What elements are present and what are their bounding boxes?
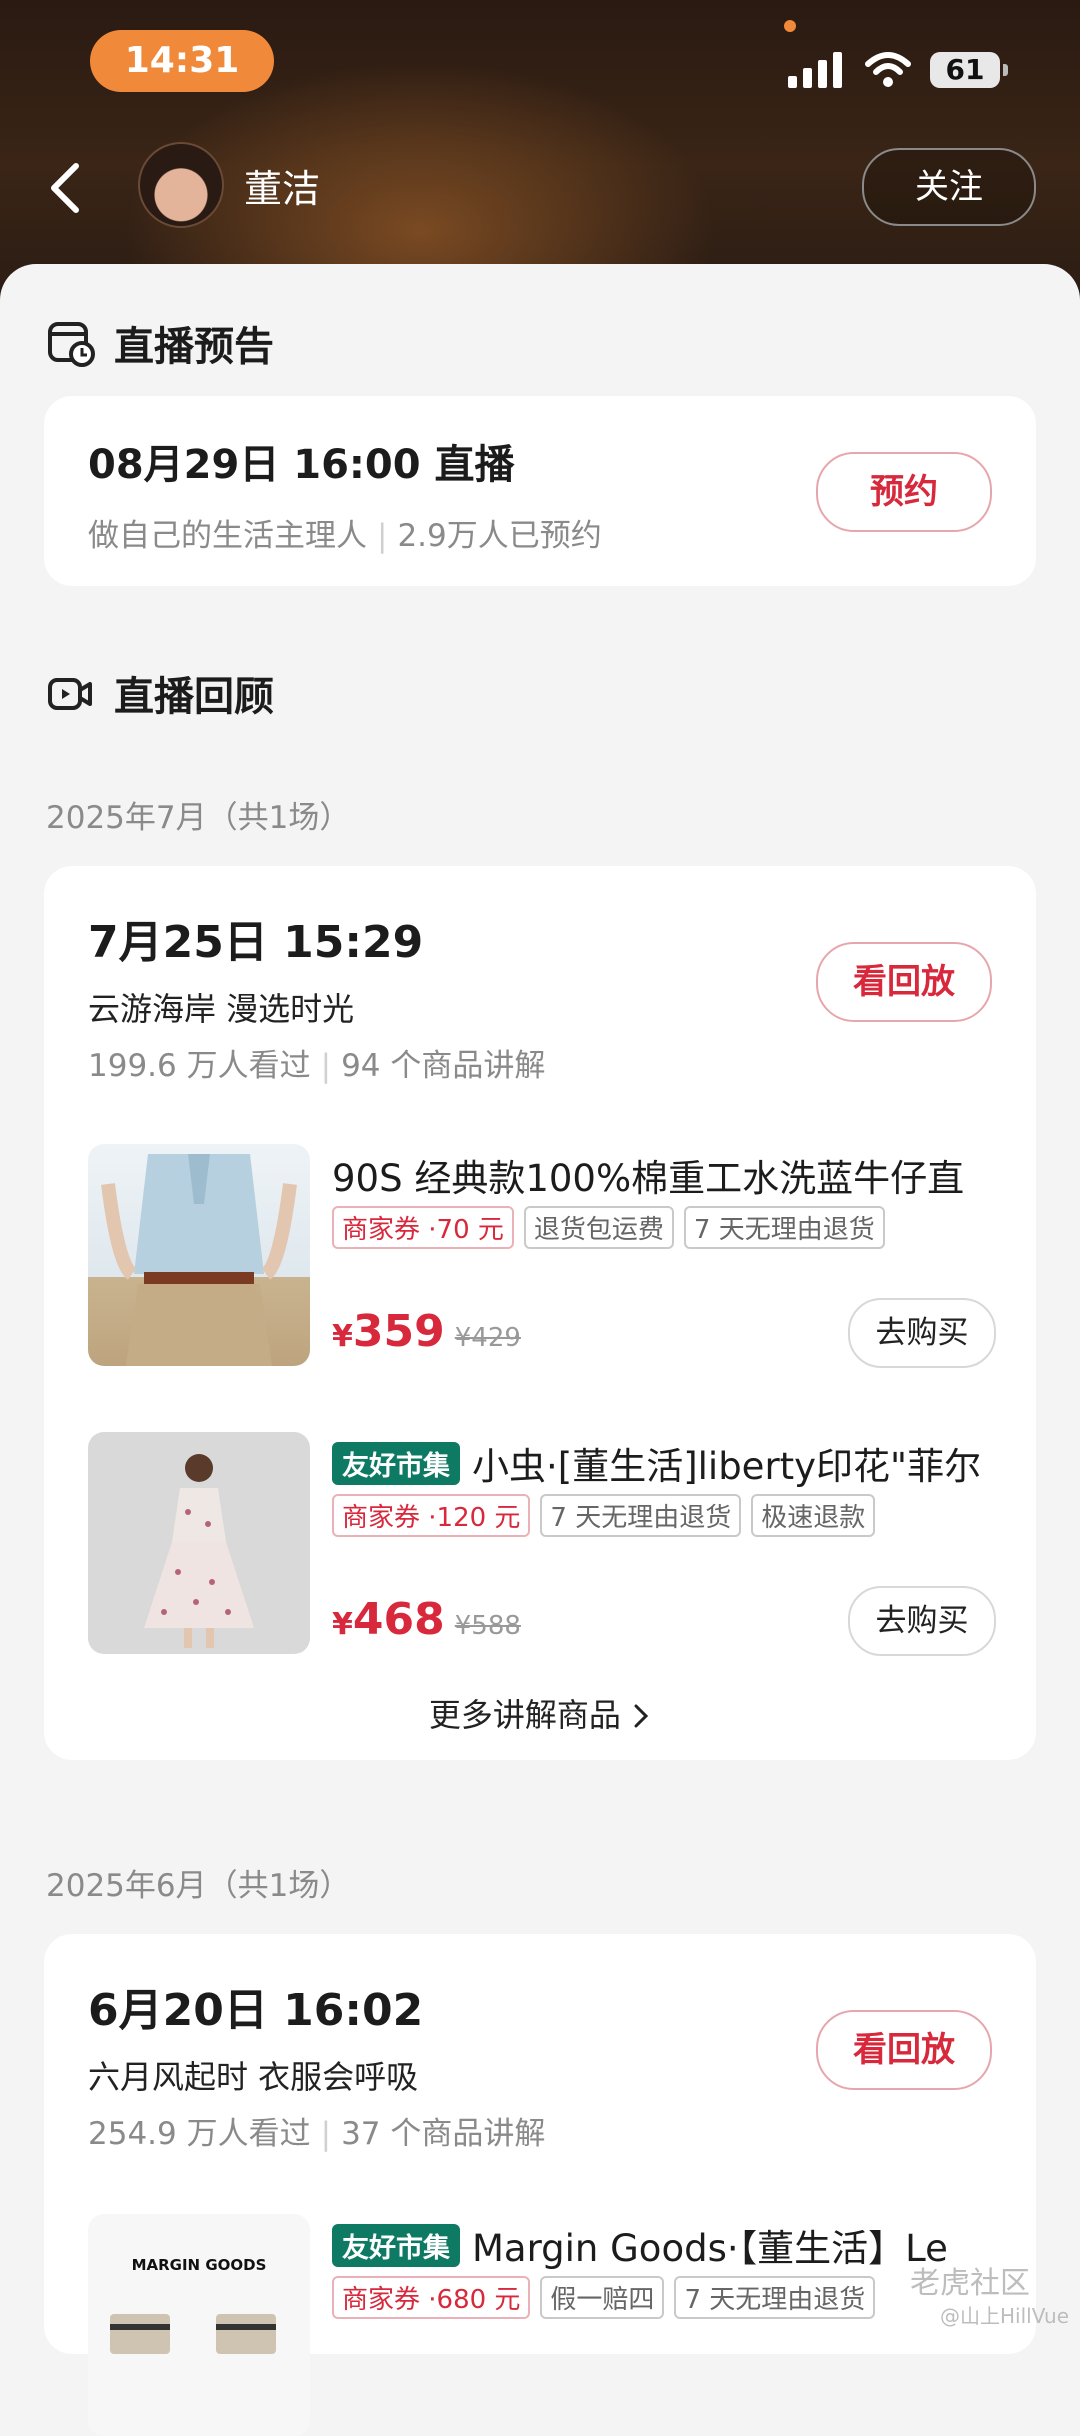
replay-card[interactable]: 6月20日 16:02 六月风起时 衣服会呼吸 254.9 万人看过 | 37 个商… — [44, 1934, 1036, 2436]
wifi-icon — [865, 52, 911, 87]
replay-stats: 199.6 万人看过 | 94 个商品讲解 — [88, 1048, 546, 1084]
viewer-count: 254.9 万人看过 — [88, 2116, 311, 2152]
username[interactable]: 董洁 — [244, 158, 320, 213]
live-preview-section-title: 直播预告 — [46, 314, 274, 372]
product-tags: 商家券 ·70 元 退货包运费 7 天无理由退货 — [332, 1206, 885, 1249]
product-image[interactable]: MARGIN GOODS — [88, 2214, 310, 2436]
preview-datetime: 08月29日 16:00 直播 — [88, 442, 515, 488]
status-time: 14:31 — [90, 30, 274, 92]
watch-replay-button[interactable]: 看回放 — [816, 942, 992, 1022]
original-price: ¥429 — [454, 1323, 521, 1353]
product-title: Margin Goods·【董生活】Le — [472, 2227, 948, 2270]
product-image[interactable] — [88, 1432, 310, 1654]
current-price: 468 — [352, 1594, 445, 1645]
reserve-button[interactable]: 预约 — [816, 452, 992, 532]
month-header: 2025年7月（共1场） — [46, 800, 351, 836]
replay-stats: 254.9 万人看过 | 37 个商品讲解 — [88, 2116, 546, 2152]
more-products-link[interactable]: 更多讲解商品 — [44, 1690, 1036, 1736]
live-replay-section-title: 直播回顾 — [46, 664, 274, 722]
service-tag: 7 天无理由退货 — [540, 1494, 742, 1537]
recording-indicator — [784, 20, 796, 32]
original-price: ¥588 — [454, 1611, 521, 1641]
service-tag: 极速退款 — [751, 1494, 876, 1537]
currency-symbol: ¥ — [332, 1607, 353, 1642]
service-tag: 7 天无理由退货 — [683, 1206, 885, 1249]
more-products-label: 更多讲解商品 — [428, 1696, 621, 1734]
service-tag: 假一赔四 — [540, 2276, 665, 2319]
product-price: ¥359 ¥429 — [332, 1306, 521, 1357]
month-header: 2025年6月（共1场） — [46, 1868, 351, 1904]
section-title-text: 直播预告 — [114, 324, 274, 370]
product-price: ¥468 ¥588 — [332, 1594, 521, 1645]
section-title-text: 直播回顾 — [114, 674, 274, 720]
replay-card[interactable]: 7月25日 15:29 云游海岸 漫选时光 199.6 万人看过 | 94 个商品讲… — [44, 866, 1036, 1760]
coupon-tag: 商家券 ·120 元 — [332, 1494, 531, 1537]
product-title: 小虫·[董生活]liberty印花"菲尔 — [472, 1445, 982, 1488]
replay-title: 云游海岸 漫选时光 — [88, 990, 355, 1028]
product-image[interactable] — [88, 1144, 310, 1366]
friendly-market-badge: 友好市集 — [332, 1442, 460, 1485]
live-preview-card[interactable]: 08月29日 16:00 直播 做自己的生活主理人 | 2.9万人已预约 预约 — [44, 396, 1036, 586]
preview-slogan: 做自己的生活主理人 — [88, 518, 367, 554]
product-tags: 商家券 ·120 元 7 天无理由退货 极速退款 — [332, 1494, 876, 1537]
friendly-market-badge: 友好市集 — [332, 2224, 460, 2267]
coupon-tag: 商家券 ·70 元 — [332, 1206, 514, 1249]
product-name[interactable]: 友好市集 小虫·[董生活]liberty印花"菲尔 — [332, 1436, 1022, 1490]
product-tags: 商家券 ·680 元 假一赔四 7 天无理由退货 — [332, 2276, 876, 2319]
watermark-handle: @山上HillVue — [940, 2304, 1070, 2328]
calendar-clock-icon — [48, 322, 95, 367]
service-tag: 退货包运费 — [523, 1206, 674, 1249]
floral-dress-illustration — [144, 1454, 254, 1648]
current-price: 359 — [352, 1306, 445, 1357]
replay-date: 7月25日 15:29 — [88, 917, 424, 968]
replay-date: 6月20日 16:02 — [88, 1985, 424, 2036]
follow-button[interactable]: 关注 — [862, 148, 1036, 226]
bag-illustration — [110, 2314, 276, 2354]
video-camera-icon — [48, 678, 92, 710]
denim-shirt-illustration — [101, 1154, 297, 1366]
preview-subtitle: 做自己的生活主理人 | 2.9万人已预约 — [88, 518, 602, 554]
viewer-count: 199.6 万人看过 — [88, 1048, 311, 1084]
currency-symbol: ¥ — [332, 1319, 353, 1354]
coupon-tag: 商家券 ·680 元 — [332, 2276, 531, 2319]
battery-icon: 61 — [930, 52, 1008, 88]
replay-title: 六月风起时 衣服会呼吸 — [88, 2058, 419, 2096]
reservation-count: 2.9万人已预约 — [397, 518, 602, 554]
avatar[interactable] — [138, 142, 224, 228]
product-title: 90S 经典款100%棉重工水洗蓝牛仔直 — [332, 1157, 965, 1200]
product-count: 94 个商品讲解 — [341, 1048, 546, 1084]
buy-button[interactable]: 去购买 — [848, 1298, 996, 1368]
watermark-brand: 老虎社区 — [910, 2266, 1030, 2301]
back-arrow-icon[interactable] — [46, 160, 86, 216]
content-panel: 直播预告 08月29日 16:00 直播 做自己的生活主理人 | 2.9万人已预约 … — [0, 264, 1080, 2436]
watch-replay-button[interactable]: 看回放 — [816, 2010, 992, 2090]
product-name[interactable]: 90S 经典款100%棉重工水洗蓝牛仔直 — [332, 1148, 1022, 1202]
service-tag: 7 天无理由退货 — [674, 2276, 876, 2319]
buy-button[interactable]: 去购买 — [848, 1586, 996, 1656]
profile-header: 14:31 61 董洁 关注 — [0, 0, 1080, 300]
product-count: 37 个商品讲解 — [341, 2116, 546, 2152]
cellular-signal-icon — [788, 52, 842, 88]
chevron-right-icon — [634, 1704, 649, 1728]
